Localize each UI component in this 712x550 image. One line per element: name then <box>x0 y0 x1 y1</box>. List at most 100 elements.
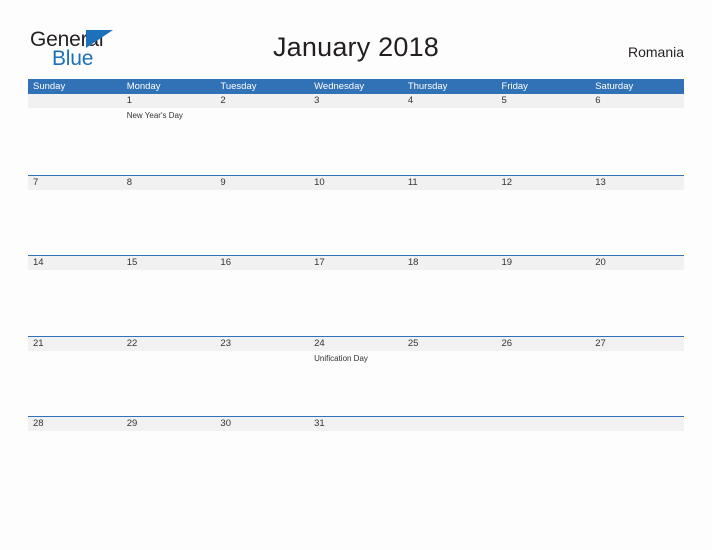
day-events <box>595 431 684 434</box>
day-cell[interactable]: 9 <box>215 176 309 256</box>
day-events <box>33 431 122 434</box>
day-events <box>408 270 497 273</box>
day-cell[interactable]: 31 <box>309 417 403 497</box>
day-cell[interactable]: 12 <box>497 176 591 256</box>
day-number: 11 <box>407 176 418 188</box>
week-row: 21 22 23 24 Unification Day 25 26 27 <box>28 335 684 417</box>
day-number: 24 <box>314 337 325 349</box>
week-row: 1 New Year's Day 2 3 4 5 6 <box>28 94 684 175</box>
day-events <box>220 351 309 354</box>
day-cell[interactable] <box>497 417 591 497</box>
day-number: 6 <box>595 95 601 106</box>
day-events <box>595 351 684 354</box>
calendar-weeks: 1 New Year's Day 2 3 4 5 6 7 8 9 10 11 12 13 14 15 16 17 1… <box>28 94 684 497</box>
day-events <box>33 190 122 193</box>
day-cell[interactable]: 3 <box>309 94 403 175</box>
day-cell[interactable]: 26 <box>497 337 591 417</box>
day-number: 10 <box>314 176 325 188</box>
day-number: 9 <box>220 176 226 188</box>
day-events <box>502 190 591 193</box>
day-cell[interactable]: 23 <box>215 337 309 417</box>
day-cell[interactable]: 24 Unification Day <box>309 337 403 417</box>
day-number: 29 <box>126 418 138 430</box>
day-number: 7 <box>33 176 39 188</box>
day-number: 2 <box>220 95 226 106</box>
day-events <box>220 270 309 273</box>
day-events <box>408 351 497 354</box>
week-row: 7 8 9 10 11 12 13 <box>28 174 684 256</box>
day-events <box>502 108 591 111</box>
day-cell[interactable]: 4 <box>403 94 497 175</box>
day-cell[interactable]: 30 <box>215 417 309 497</box>
day-cell[interactable]: 8 <box>122 176 216 256</box>
day-cell[interactable]: 14 <box>28 256 122 336</box>
day-events <box>502 351 591 354</box>
weekday-sunday: Sunday <box>33 81 66 92</box>
day-number: 12 <box>501 176 513 188</box>
day-events <box>408 431 497 434</box>
day-events <box>314 431 403 434</box>
day-cell[interactable]: 21 <box>28 337 122 417</box>
day-number: 19 <box>501 257 513 269</box>
day-cell[interactable]: 28 <box>28 417 122 497</box>
day-number: 8 <box>126 176 132 188</box>
day-cell[interactable]: 29 <box>122 417 216 497</box>
day-cell[interactable]: 22 <box>122 337 216 417</box>
day-cell[interactable]: 15 <box>122 256 216 336</box>
day-cell[interactable]: 11 <box>403 176 497 256</box>
day-events <box>314 108 403 111</box>
day-events <box>314 190 403 193</box>
day-number: 13 <box>595 176 606 188</box>
day-cell[interactable]: 18 <box>403 256 497 336</box>
day-events <box>408 108 497 111</box>
day-number: 3 <box>314 95 320 106</box>
day-events <box>595 270 684 273</box>
day-cell[interactable]: 7 <box>28 176 122 256</box>
day-cell[interactable] <box>403 417 497 497</box>
day-events <box>314 270 403 273</box>
day-cells: 1 New Year's Day 2 3 4 5 6 <box>28 94 684 175</box>
weekday-wednesday: Wednesday <box>314 81 365 92</box>
day-events <box>33 351 122 354</box>
day-number: 17 <box>314 257 325 269</box>
day-number: 5 <box>501 95 507 106</box>
day-number <box>595 417 684 431</box>
day-number: 15 <box>126 257 138 269</box>
day-cell[interactable]: 1 New Year's Day <box>122 94 216 175</box>
day-cell[interactable]: 19 <box>497 256 591 336</box>
day-number <box>408 417 497 431</box>
day-cell[interactable]: 2 <box>215 94 309 175</box>
day-cell[interactable]: 20 <box>590 256 684 336</box>
day-events: Unification Day <box>314 351 403 364</box>
day-number: 20 <box>595 257 606 269</box>
day-cell[interactable]: 6 <box>590 94 684 175</box>
day-number: 27 <box>595 337 606 349</box>
event-label: Unification Day <box>314 353 368 363</box>
day-cell[interactable] <box>28 94 122 175</box>
day-cell[interactable] <box>590 417 684 497</box>
day-number: 4 <box>407 95 414 106</box>
day-events <box>220 190 309 193</box>
week-row: 14 15 16 17 18 19 20 <box>28 255 684 336</box>
day-number <box>502 417 591 431</box>
day-events <box>595 108 684 111</box>
day-cell[interactable]: 5 <box>497 94 591 175</box>
day-number: 31 <box>314 418 325 430</box>
day-number: 26 <box>501 337 513 349</box>
day-cell[interactable]: 16 <box>215 256 309 336</box>
weekday-tuesday: Tuesday <box>220 81 257 92</box>
page-header: General Blue January 2018 Romania <box>0 0 712 78</box>
day-number: 16 <box>220 257 231 269</box>
day-cell[interactable]: 27 <box>590 337 684 417</box>
day-cells: 21 22 23 24 Unification Day 25 26 27 <box>28 337 684 417</box>
day-events <box>408 190 497 193</box>
day-cell[interactable]: 13 <box>590 176 684 256</box>
page-title: January 2018 <box>272 32 440 62</box>
day-cells: 28 29 30 31 <box>28 417 684 497</box>
day-events <box>502 270 591 273</box>
day-cell[interactable]: 10 <box>309 176 403 256</box>
day-number: 23 <box>220 337 231 349</box>
day-events <box>595 190 684 193</box>
day-cell[interactable]: 17 <box>309 256 403 336</box>
day-cell[interactable]: 25 <box>403 337 497 417</box>
